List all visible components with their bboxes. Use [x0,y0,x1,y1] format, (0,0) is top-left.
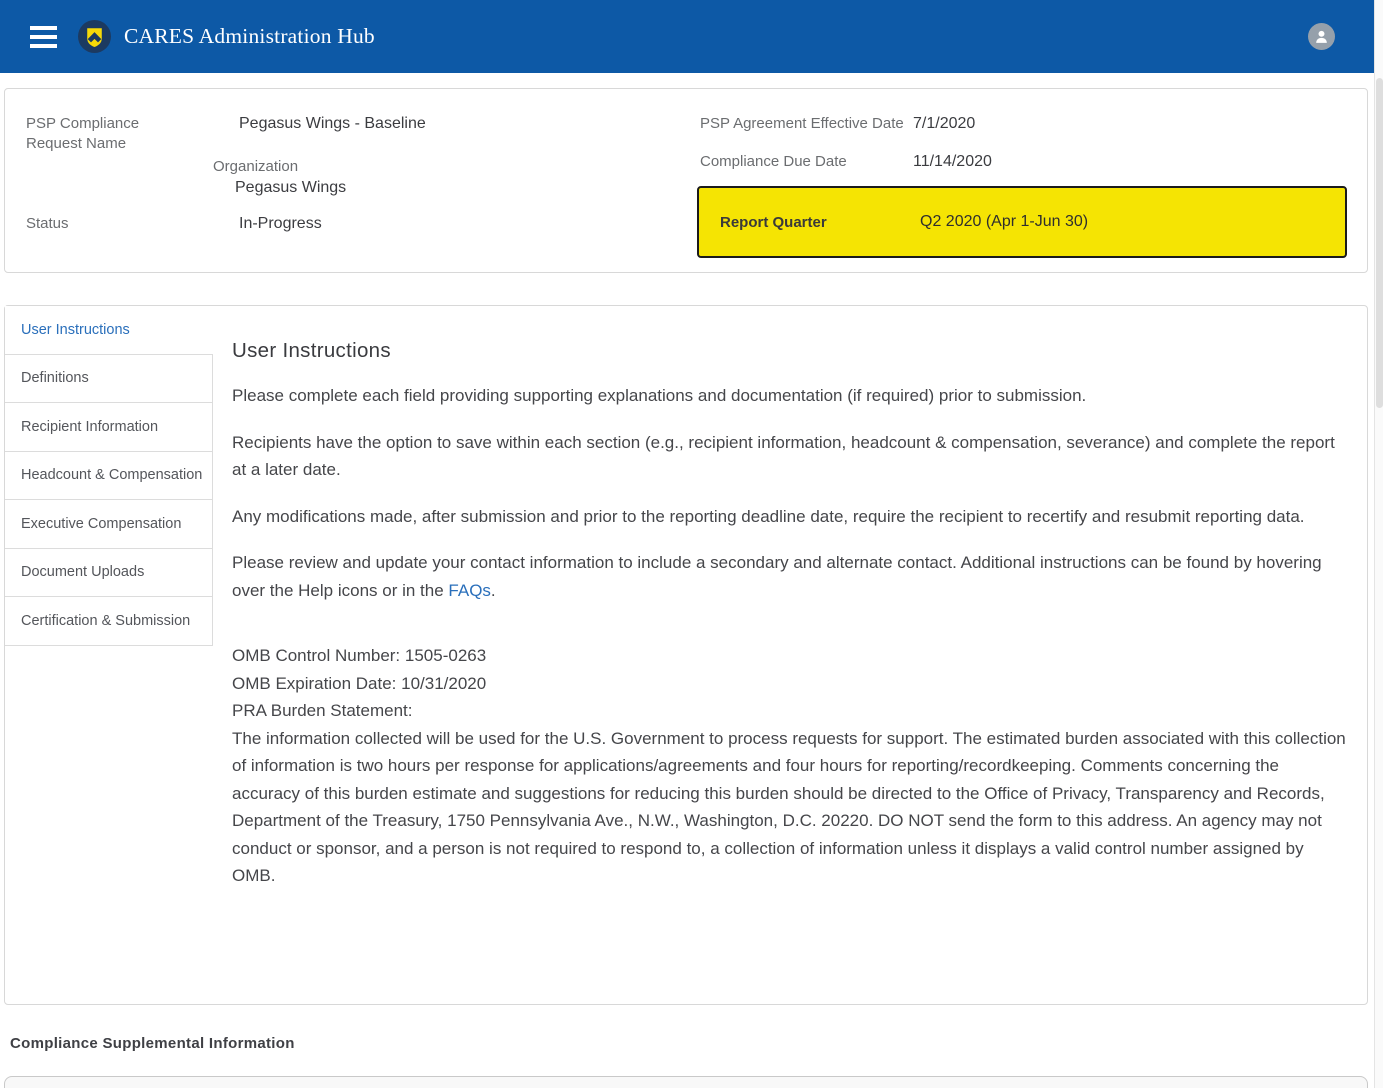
organization-value: Pegasus Wings [235,178,700,198]
compliance-summary-panel: PSP Compliance Request Name Pegasus Wing… [4,88,1368,273]
tab-executive-compensation[interactable]: Executive Compensation [5,500,213,549]
omb-control-number: OMB Control Number: 1505-0263 [232,642,1347,670]
request-name-value: Pegasus Wings - Baseline [239,114,426,153]
request-name-field: PSP Compliance Request Name Pegasus Wing… [26,114,700,153]
report-quarter-value: Q2 2020 (Apr 1-Jun 30) [920,213,1088,231]
instructions-content: User Instructions Please complete each f… [213,306,1367,1004]
page: CARES Administration Hub PSP Compliance … [0,0,1383,1088]
request-name-label: PSP Compliance Request Name [26,114,198,153]
omb-expiration-date: OMB Expiration Date: 10/31/2020 [232,670,1347,698]
app-logo-icon [78,20,111,53]
due-date-field: Compliance Due Date 11/14/2020 [700,152,1355,172]
tab-headcount-compensation[interactable]: Headcount & Compensation [5,452,213,501]
faq-text-post: . [491,581,496,600]
due-date-label: Compliance Due Date [700,152,913,172]
section-tabs: User Instructions Definitions Recipient … [5,306,213,1004]
tab-recipient-information[interactable]: Recipient Information [5,403,213,452]
summary-left-column: PSP Compliance Request Name Pegasus Wing… [26,114,700,272]
user-avatar-icon[interactable] [1308,23,1335,50]
status-label: Status [26,214,198,234]
tab-document-uploads[interactable]: Document Uploads [5,549,213,598]
summary-right-column: PSP Agreement Effective Date 7/1/2020 Co… [700,114,1367,272]
page-title: User Instructions [232,339,1347,363]
tab-definitions[interactable]: Definitions [5,355,213,404]
pra-burden-statement-label: PRA Burden Statement: [232,697,1347,725]
pra-burden-statement-text: The information collected will be used f… [232,725,1347,890]
due-date-value: 11/14/2020 [913,152,992,172]
tab-user-instructions[interactable]: User Instructions [5,306,213,355]
status-value: In-Progress [239,214,322,234]
app-title: CARES Administration Hub [124,24,375,49]
report-quarter-highlight: Report Quarter Q2 2020 (Apr 1-Jun 30) [697,186,1347,258]
tab-certification-submission[interactable]: Certification & Submission [5,597,213,646]
instruction-paragraph: Please complete each field providing sup… [232,382,1347,410]
scrollbar-thumb[interactable] [1376,78,1383,408]
effective-date-field: PSP Agreement Effective Date 7/1/2020 [700,114,1355,134]
effective-date-label: PSP Agreement Effective Date [700,114,913,134]
faq-text-pre: Please review and update your contact in… [232,553,1322,600]
supplemental-section-heading: Compliance Supplemental Information [10,1035,1383,1052]
report-quarter-label: Report Quarter [720,214,920,231]
effective-date-value: 7/1/2020 [913,114,975,134]
instruction-paragraph: Recipients have the option to save withi… [232,429,1347,484]
main-panel: User Instructions Definitions Recipient … [4,305,1368,1005]
omb-block: OMB Control Number: 1505-0263 OMB Expira… [232,642,1347,890]
menu-icon[interactable] [30,26,57,48]
instruction-paragraph-faq: Please review and update your contact in… [232,549,1347,604]
organization-field: Organization Pegasus Wings [213,157,700,198]
faqs-link[interactable]: FAQs [448,581,491,600]
app-header: CARES Administration Hub [0,0,1374,73]
instruction-paragraph: Any modifications made, after submission… [232,503,1347,531]
organization-label: Organization [213,157,700,177]
vertical-scrollbar[interactable] [1374,0,1383,1088]
supplemental-panel [4,1076,1368,1088]
status-field: Status In-Progress [26,214,700,234]
